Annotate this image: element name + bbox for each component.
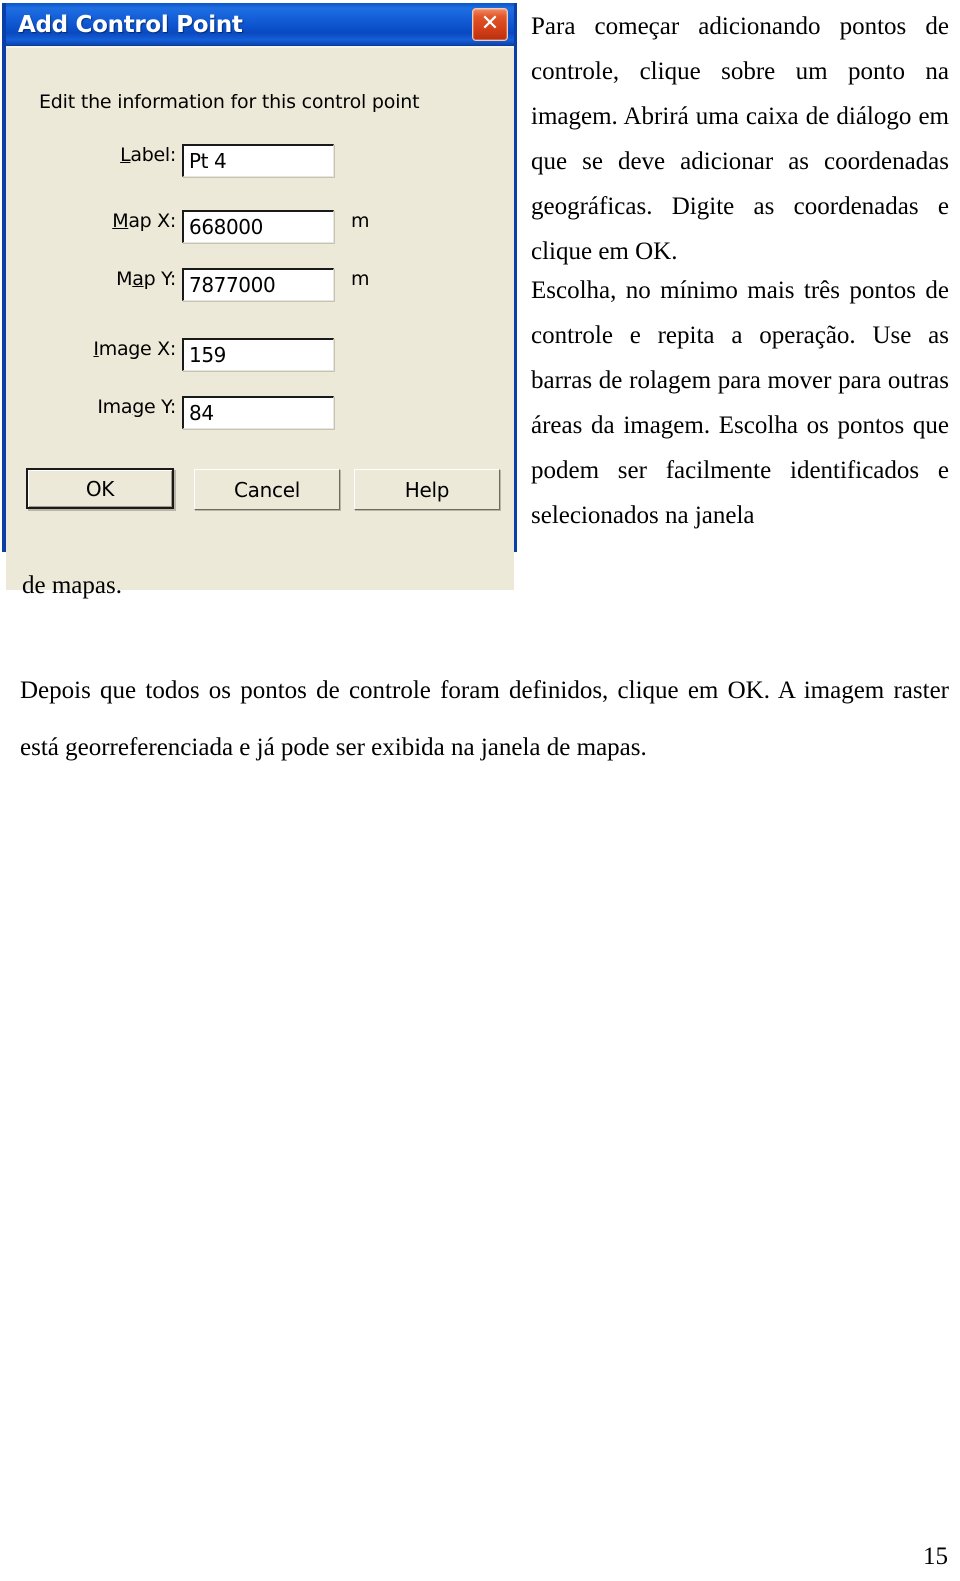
image-x-input-value: 159 <box>189 343 226 367</box>
image-y-field-label: Image Y: <box>28 396 176 418</box>
dialog-content: Edit the information for this control po… <box>6 46 514 590</box>
field-row-image-x: Image X: 159 <box>6 338 514 376</box>
map-x-field-label: Map X: <box>28 210 176 232</box>
close-glyph: ✕ <box>480 10 500 36</box>
map-y-input-value: 7877000 <box>189 273 276 297</box>
accel-char: a <box>132 268 144 290</box>
cancel-button[interactable]: Cancel <box>194 469 340 510</box>
map-y-input[interactable]: 7877000 <box>182 268 334 301</box>
label-text-pre: M <box>116 268 133 290</box>
dialog-title: Add Control Point <box>18 11 243 38</box>
accel-char: M <box>112 210 129 232</box>
label-text: ap X: <box>128 210 176 232</box>
field-row-image-y: Image Y: 84 <box>6 396 514 434</box>
field-row-map-x: Map X: 668000 m <box>6 210 514 248</box>
label-field-label: Label: <box>28 144 176 166</box>
paragraph-choose-points: Escolha, no mínimo mais três pontos de c… <box>531 277 949 529</box>
dialog-panel: Edit the information for this control po… <box>6 46 514 590</box>
close-icon[interactable]: ✕ <box>472 8 508 41</box>
accel-char: g <box>132 396 144 418</box>
field-row-map-y: Map Y: 7877000 m <box>6 268 514 306</box>
help-button[interactable]: Help <box>354 469 500 510</box>
label-text: e Y: <box>143 396 176 418</box>
add-control-point-dialog: Add Control Point ✕ Edit the information… <box>2 3 517 590</box>
dialog-titlebar[interactable]: Add Control Point ✕ <box>6 3 514 46</box>
map-y-unit: m <box>351 268 370 290</box>
field-row-label: Label: Pt 4 <box>6 144 514 182</box>
label-text-pre: Ima <box>97 396 133 418</box>
page-number: 15 <box>923 1543 948 1570</box>
image-y-input[interactable]: 84 <box>182 396 334 429</box>
map-x-input[interactable]: 668000 <box>182 210 334 243</box>
paragraph-orphan-line: de mapas. <box>22 572 122 599</box>
label-input-value: Pt 4 <box>189 149 227 173</box>
map-y-field-label: Map Y: <box>28 268 176 290</box>
label-input[interactable]: Pt 4 <box>182 144 334 177</box>
ok-button[interactable]: OK <box>26 468 174 509</box>
paragraph-conclusion: Depois que todos os pontos de controle f… <box>20 677 949 761</box>
image-x-input[interactable]: 159 <box>182 338 334 371</box>
accel-char: L <box>120 144 131 166</box>
label-text: p Y: <box>143 268 177 290</box>
label-text: abel: <box>130 144 176 166</box>
dialog-instruction: Edit the information for this control po… <box>39 91 420 113</box>
map-x-input-value: 668000 <box>189 215 263 239</box>
map-x-unit: m <box>351 210 370 232</box>
image-y-input-value: 84 <box>189 401 214 425</box>
image-x-field-label: Image X: <box>28 338 176 360</box>
paragraph-intro: Para começar adicionando pontos de contr… <box>531 13 949 265</box>
label-text: mage X: <box>98 338 177 360</box>
